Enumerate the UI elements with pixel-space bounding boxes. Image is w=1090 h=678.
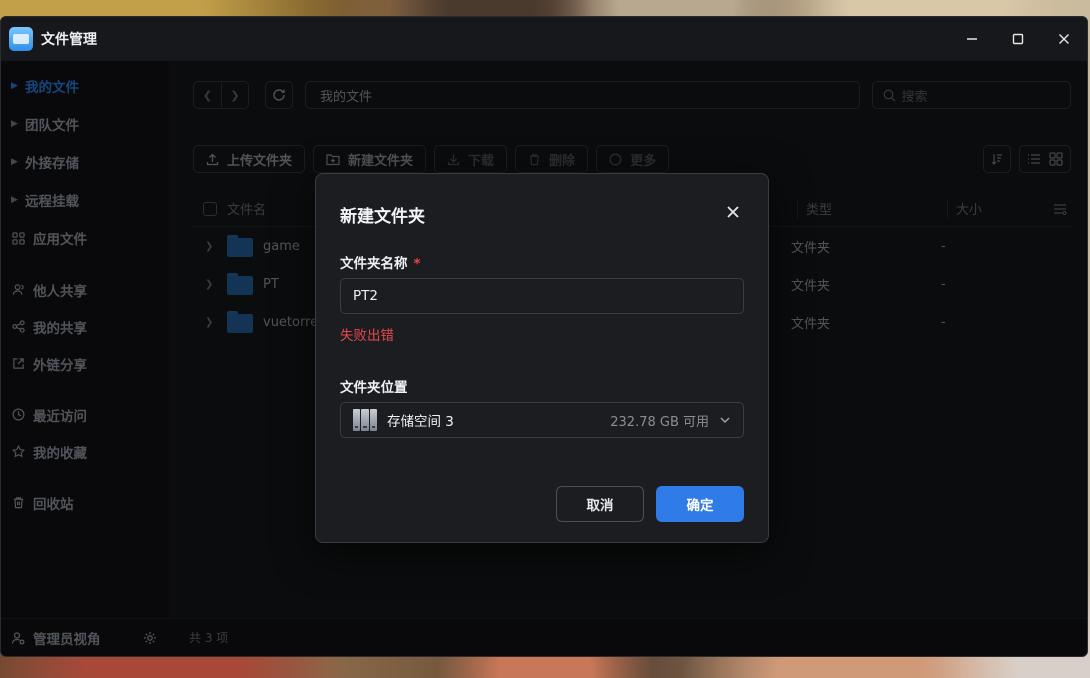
title-bar: 文件管理	[1, 17, 1087, 61]
location-free-space: 232.78 GB 可用	[610, 414, 709, 430]
close-icon	[727, 206, 739, 218]
file-manager-app-icon	[9, 27, 33, 51]
new-folder-dialog: 新建文件夹 文件夹名称 * 失败出错 文件夹位置 存储空间 3 232.78 GB…	[315, 173, 769, 543]
maximize-button[interactable]	[995, 17, 1041, 61]
app-title: 文件管理	[41, 32, 97, 48]
folder-name-input[interactable]	[340, 278, 744, 314]
chevron-down-icon	[719, 414, 731, 426]
error-message: 失败出错	[340, 328, 394, 344]
dialog-title: 新建文件夹	[340, 207, 425, 227]
close-window-button[interactable]	[1041, 17, 1087, 61]
minimize-button[interactable]	[949, 17, 995, 61]
cancel-button[interactable]: 取消	[556, 486, 644, 522]
maximize-icon	[1012, 33, 1024, 45]
required-mark: *	[413, 256, 421, 272]
location-name: 存储空间 3	[387, 414, 454, 430]
minimize-icon	[967, 38, 977, 40]
storage-disk-icon	[353, 409, 377, 431]
folder-location-select[interactable]: 存储空间 3 232.78 GB 可用	[340, 402, 744, 438]
folder-location-label: 文件夹位置	[340, 380, 408, 396]
folder-name-label-text: 文件夹名称	[340, 256, 408, 272]
confirm-button[interactable]: 确定	[656, 486, 744, 522]
close-icon	[1059, 34, 1069, 44]
dialog-close-button[interactable]	[726, 205, 740, 219]
folder-name-label: 文件夹名称 *	[340, 252, 421, 272]
